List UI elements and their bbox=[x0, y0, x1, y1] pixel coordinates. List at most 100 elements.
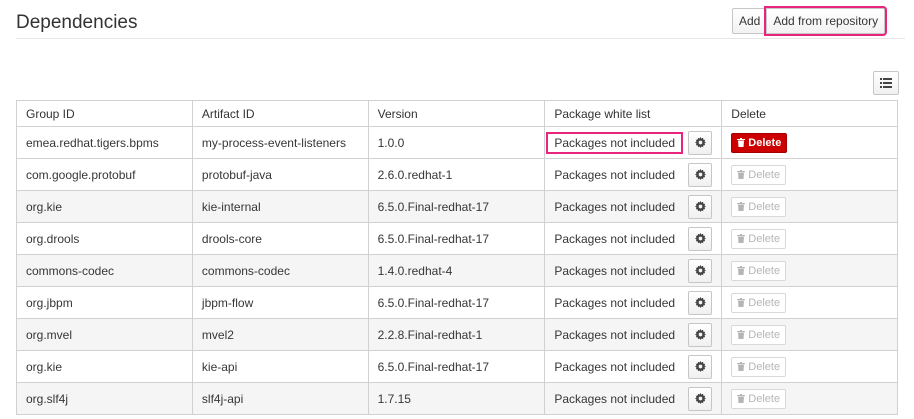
table-row: org.kie kie-api 6.5.0.Final-redhat-17 Packa… bbox=[16, 350, 898, 383]
trash-icon bbox=[737, 330, 746, 339]
package-white-list-cell: Packages not included bbox=[544, 222, 723, 255]
group-id-cell: org.kie bbox=[16, 190, 193, 223]
package-white-list-cell: Packages not included bbox=[544, 190, 723, 223]
delete-cell: Delete bbox=[721, 318, 898, 351]
table-row: org.drools drools-core 6.5.0.Final-redhat-… bbox=[16, 222, 898, 255]
delete-cell: Delete bbox=[721, 350, 898, 383]
package-settings-button[interactable] bbox=[688, 226, 713, 251]
trash-icon bbox=[737, 362, 746, 371]
package-settings-button[interactable] bbox=[688, 130, 713, 155]
artifact-id-cell: kie-internal bbox=[191, 190, 369, 223]
package-white-list-cell: Packages not included bbox=[544, 126, 723, 159]
delete-button: Delete bbox=[731, 164, 787, 185]
package-white-list-cell: Packages not included bbox=[544, 350, 723, 383]
version-cell: 6.5.0.Final-redhat-17 bbox=[367, 190, 546, 223]
trash-icon bbox=[737, 394, 746, 403]
artifact-id-cell: commons-codec bbox=[191, 254, 369, 287]
package-status-text: Packages not included bbox=[554, 391, 676, 406]
delete-button: Delete bbox=[731, 388, 787, 409]
group-id-cell: org.kie bbox=[16, 350, 193, 383]
column-header-delete: Delete bbox=[721, 100, 898, 127]
gear-icon bbox=[694, 137, 706, 148]
package-settings-button[interactable] bbox=[688, 258, 713, 283]
delete-button-label: Delete bbox=[748, 232, 781, 245]
package-white-list-cell: Packages not included bbox=[544, 318, 723, 351]
version-cell: 6.5.0.Final-redhat-17 bbox=[367, 222, 546, 255]
column-header-version: Version bbox=[367, 100, 546, 127]
delete-cell: Delete bbox=[721, 382, 898, 415]
version-cell: 6.5.0.Final-redhat-17 bbox=[367, 286, 546, 319]
package-settings-button[interactable] bbox=[688, 162, 713, 187]
gear-icon bbox=[694, 233, 706, 244]
delete-cell: Delete bbox=[721, 222, 898, 255]
delete-button-label: Delete bbox=[748, 168, 781, 181]
artifact-id-cell: jbpm-flow bbox=[191, 286, 369, 319]
gear-icon bbox=[694, 329, 706, 340]
package-status-text: Packages not included bbox=[554, 359, 676, 374]
delete-cell: Delete bbox=[721, 190, 898, 223]
delete-button-label: Delete bbox=[748, 360, 781, 373]
header-button-group: Add Add from repository bbox=[732, 6, 888, 36]
delete-button: Delete bbox=[731, 356, 787, 377]
list-view-button[interactable] bbox=[873, 71, 899, 95]
package-status-text: Packages not included bbox=[554, 263, 676, 278]
column-header-artifact-id: Artifact ID bbox=[191, 100, 369, 127]
add-button[interactable]: Add bbox=[732, 8, 768, 34]
delete-button-label: Delete bbox=[748, 136, 782, 149]
package-white-list-cell: Packages not included bbox=[544, 382, 723, 415]
group-id-cell: org.slf4j bbox=[16, 382, 193, 415]
dependencies-table: Group ID Artifact ID Version Package whi… bbox=[16, 100, 898, 415]
page-title: Dependencies bbox=[16, 12, 138, 33]
table-row: commons-codec commons-codec 1.4.0.redhat-4… bbox=[16, 254, 898, 287]
delete-cell: Delete bbox=[721, 158, 898, 191]
delete-button-label: Delete bbox=[748, 328, 781, 341]
delete-button: Delete bbox=[731, 324, 787, 345]
artifact-id-cell: drools-core bbox=[191, 222, 369, 255]
gear-icon bbox=[694, 393, 706, 404]
group-id-cell: org.mvel bbox=[16, 318, 193, 351]
gear-icon bbox=[694, 297, 706, 308]
table-row: org.jbpm jbpm-flow 6.5.0.Final-redhat-17 Pa… bbox=[16, 286, 898, 319]
group-id-cell: org.jbpm bbox=[16, 286, 193, 319]
package-settings-button[interactable] bbox=[688, 354, 713, 379]
group-id-cell: org.drools bbox=[16, 222, 193, 255]
gear-icon bbox=[694, 169, 706, 180]
group-id-cell: emea.redhat.tigers.bpms bbox=[16, 126, 193, 159]
package-status-text: Packages not included bbox=[554, 231, 676, 246]
package-status-text: Packages not included bbox=[554, 295, 676, 310]
version-cell: 2.2.8.Final-redhat-1 bbox=[367, 318, 546, 351]
column-header-group-id: Group ID bbox=[16, 100, 193, 127]
package-settings-button[interactable] bbox=[688, 194, 713, 219]
list-icon bbox=[880, 78, 892, 88]
trash-icon bbox=[737, 298, 746, 307]
artifact-id-cell: kie-api bbox=[191, 350, 369, 383]
trash-icon bbox=[737, 202, 746, 211]
table-row: emea.redhat.tigers.bpms my-process-event-… bbox=[16, 126, 898, 159]
delete-button: Delete bbox=[731, 228, 787, 249]
delete-button-label: Delete bbox=[748, 200, 781, 213]
package-white-list-cell: Packages not included bbox=[544, 158, 723, 191]
package-settings-button[interactable] bbox=[688, 322, 713, 347]
package-status-text: Packages not included bbox=[554, 199, 676, 214]
group-id-cell: com.google.protobuf bbox=[16, 158, 193, 191]
table-header-row: Group ID Artifact ID Version Package whi… bbox=[16, 100, 898, 127]
delete-button[interactable]: Delete bbox=[731, 132, 788, 153]
package-settings-button[interactable] bbox=[688, 386, 713, 411]
header-divider bbox=[16, 38, 905, 39]
package-white-list-cell: Packages not included bbox=[544, 286, 723, 319]
version-cell: 1.7.15 bbox=[367, 382, 546, 415]
delete-button-label: Delete bbox=[748, 296, 781, 309]
package-settings-button[interactable] bbox=[688, 290, 713, 315]
gear-icon bbox=[694, 361, 706, 372]
package-white-list-cell: Packages not included bbox=[544, 254, 723, 287]
table-row: org.kie kie-internal 6.5.0.Final-redhat-17… bbox=[16, 190, 898, 223]
add-from-repository-button[interactable]: Add from repository bbox=[764, 6, 888, 36]
artifact-id-cell: slf4j-api bbox=[191, 382, 369, 415]
package-status-text: Packages not included bbox=[546, 131, 684, 154]
version-cell: 1.0.0 bbox=[367, 126, 546, 159]
table-row: org.mvel mvel2 2.2.8.Final-redhat-1 Package… bbox=[16, 318, 898, 351]
version-cell: 2.6.0.redhat-1 bbox=[367, 158, 546, 191]
group-id-cell: commons-codec bbox=[16, 254, 193, 287]
version-cell: 1.4.0.redhat-4 bbox=[367, 254, 546, 287]
table-row: com.google.protobuf protobuf-java 2.6.0.re… bbox=[16, 158, 898, 191]
